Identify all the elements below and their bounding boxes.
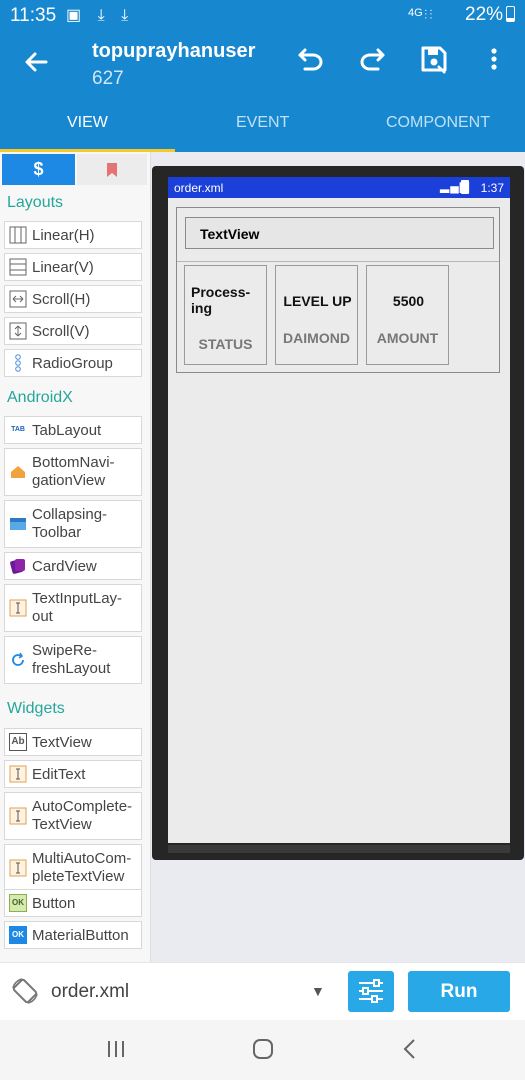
bookmark-icon [107,163,117,177]
textview-icon: Ab [9,733,27,751]
signal-icon: ⫶⫶ [424,7,435,22]
root-linear-layout[interactable]: TextView Process- ing STATUS LEVEL UP DA… [176,207,500,373]
scroll-v-icon [9,322,27,340]
preview-time: 1:37 [480,181,504,195]
notification-icons: ▣ ⤓ ⤓ [66,7,135,24]
current-file-name[interactable]: order.xml [51,981,129,1003]
system-nav-bar [0,1020,525,1080]
tab-event[interactable]: EVENT [236,114,289,132]
autocomplete-icon [9,807,27,825]
palette-item-scroll-v[interactable]: Scroll(V) [4,317,142,345]
palette-item-tablayout[interactable]: TAB TabLayout [4,416,142,444]
back-arrow-icon[interactable] [22,48,50,84]
toolbar-icon [9,515,27,533]
battery-level: 22% [465,4,504,25]
radiogroup-icon [9,354,27,372]
file-dropdown-icon[interactable]: ▼ [311,983,325,999]
battery-icon [506,6,515,22]
network-type: 4G [408,7,423,19]
diamond-value: LEVEL UP [283,293,352,309]
dollar-icon: $ [33,159,44,179]
palette-tab-bookmarks[interactable] [77,154,147,185]
recents-icon[interactable] [105,1038,127,1065]
edittext-icon [9,765,27,783]
row-divider [177,261,499,262]
section-androidx: AndroidX [7,389,73,406]
palette-item-multiautocompletetextview[interactable]: MultiAutoCom- pleteTextView [4,844,142,892]
widget-palette: $ Layouts Linear(H) Linear(V) Scroll(H) … [0,152,151,962]
tab-view[interactable]: VIEW [67,114,108,132]
status-bar: 11:35 ▣ ⤓ ⤓ 4G ⫶⫶ 22% [0,0,525,30]
status-cell[interactable]: Process- ing STATUS [184,265,267,365]
palette-item-edittext[interactable]: EditText [4,760,142,788]
tab-icon: TAB [11,426,25,433]
diamond-label: DAIMOND [283,330,350,346]
palette-item-radiogroup[interactable]: RadioGroup [4,349,142,377]
clock: 11:35 [10,5,57,26]
linear-v-icon [9,258,27,276]
scroll-h-icon [9,290,27,308]
save-icon[interactable] [419,44,449,79]
palette-item-bottomnavigationview[interactable]: BottomNavi- gationView [4,448,142,496]
palette-item-linear-h[interactable]: Linear(H) [4,221,142,249]
properties-button[interactable] [348,971,394,1012]
ok-button-icon: OK [9,894,27,912]
project-subtitle: 627 [92,68,124,89]
palette-item-textview[interactable]: Ab TextView [4,728,142,756]
section-widgets: Widgets [7,700,65,717]
palette-item-linear-v[interactable]: Linear(V) [4,253,142,281]
preview-status-bar: order.xml ▂▄▆ 1:37 [168,177,510,198]
preview-textview[interactable]: TextView [185,217,494,249]
palette-tab-widgets[interactable]: $ [2,154,75,185]
amount-label: AMOUNT [376,330,439,346]
section-layouts: Layouts [7,194,64,211]
palette-item-scroll-h[interactable]: Scroll(H) [4,285,142,313]
back-icon[interactable] [399,1037,421,1066]
cardview-icon [9,557,27,575]
multiautocomplete-icon [9,859,27,877]
project-title: topuprayhanuser [92,40,256,62]
diamond-cell[interactable]: LEVEL UP DAIMOND [275,265,358,365]
tab-component[interactable]: COMPONENT [386,114,490,132]
sliders-icon [359,979,383,1003]
textinput-icon [9,599,27,617]
status-label: STATUS [198,336,253,352]
rotate-icon[interactable] [10,976,40,1006]
amount-cell[interactable]: 5500 AMOUNT [366,265,449,365]
palette-item-materialbutton[interactable]: OK MaterialButton [4,921,142,949]
palette-item-swiperefreshlayout[interactable]: SwipeRe- freshLayout [4,636,142,684]
home-icon[interactable] [251,1037,275,1066]
linear-h-icon [9,226,27,244]
material-button-icon: OK [9,926,27,944]
device-chin [168,845,510,853]
palette-item-button[interactable]: OK Button [4,889,142,917]
redo-icon[interactable] [357,44,387,79]
refresh-icon [9,651,27,669]
preview-battery-icon [461,180,469,194]
palette-item-textinputlayout[interactable]: TextInputLay- out [4,584,142,632]
run-button[interactable]: Run [408,971,510,1012]
preview-filename: order.xml [174,181,224,195]
undo-icon[interactable] [296,44,326,79]
palette-item-autocompletetextview[interactable]: AutoComplete- TextView [4,792,142,840]
more-vert-icon[interactable] [480,44,508,79]
home-nav-icon [9,463,27,481]
status-value: Process- ing [191,284,251,316]
amount-value: 5500 [392,293,425,309]
app-bar: topuprayhanuser 627 VIEW EVENT COMPONENT [0,30,525,152]
device-screen[interactable]: order.xml ▂▄▆ 1:37 TextView Process- ing… [168,177,510,843]
palette-item-collapsingtoolbar[interactable]: Collapsing- Toolbar [4,500,142,548]
bottom-bar: order.xml ▼ Run [0,962,525,1021]
palette-item-cardview[interactable]: CardView [4,552,142,580]
